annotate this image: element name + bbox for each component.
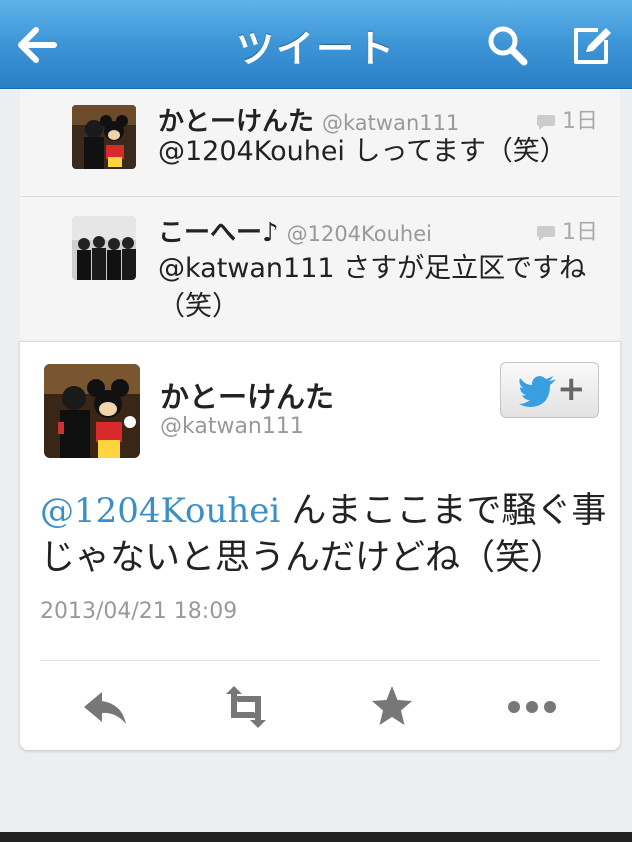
retweet-button[interactable] xyxy=(218,682,274,732)
avatar[interactable] xyxy=(72,105,136,169)
reply-item[interactable]: かとーけんた @katwan111 1日 @1204Kouhei しってます（笑） xyxy=(20,89,620,197)
reply-timestamp: 1日 xyxy=(536,103,598,135)
follow-plus-label: + xyxy=(557,369,586,409)
favorite-button[interactable] xyxy=(364,682,420,732)
star-icon xyxy=(372,686,412,725)
twitter-bird-icon xyxy=(519,376,556,407)
more-icon xyxy=(508,701,556,713)
avatar[interactable] xyxy=(72,216,136,280)
follow-button[interactable]: + xyxy=(500,362,599,418)
reply-text: @1204Kouhei しってます（笑） xyxy=(158,136,567,167)
avatar[interactable] xyxy=(44,364,140,458)
compose-button[interactable] xyxy=(568,22,614,68)
reply-item[interactable]: こーへー♪ @1204Kouhei 1日 @katwan111 さすが足立区ですね… xyxy=(20,198,620,341)
reply-icon xyxy=(84,692,126,724)
reply-time-label: 1日 xyxy=(562,220,598,245)
more-button[interactable] xyxy=(504,682,560,732)
retweet-icon xyxy=(226,686,266,728)
reply-button[interactable] xyxy=(76,682,132,732)
reply-bubble-icon xyxy=(537,226,555,241)
reply-author-handle: @katwan111 xyxy=(322,111,460,135)
search-icon xyxy=(488,26,528,66)
tweet-detail-card: かとーけんた @katwan111 + @1204Kouhei んまここまで騒ぐ… xyxy=(20,341,620,750)
reply-author: こーへー♪ @1204Kouhei xyxy=(158,212,432,249)
conversation-list: かとーけんた @katwan111 1日 @1204Kouhei しってます（笑）… xyxy=(20,89,620,341)
bottom-edge xyxy=(0,832,632,842)
reply-author-name: こーへー♪ xyxy=(158,218,279,248)
tweet-mention-link[interactable]: @1204Kouhei xyxy=(40,491,280,531)
reply-text: @katwan111 さすが足立区ですね（笑） xyxy=(158,253,587,322)
search-button[interactable] xyxy=(484,22,530,68)
tweet-author-name: かとーけんた xyxy=(160,380,335,414)
reply-time-label: 1日 xyxy=(562,109,598,134)
tweet-date: 2013/04/21 18:09 xyxy=(40,599,238,624)
tweet-text: @1204Kouhei んまここまで騒ぐ事じゃないと思うんだけどね（笑） xyxy=(40,488,610,582)
reply-timestamp: 1日 xyxy=(536,214,598,246)
divider xyxy=(40,660,600,661)
reply-bubble-icon xyxy=(537,115,555,130)
page-title: ツイート xyxy=(235,27,396,71)
nav-bar: ツイート xyxy=(0,0,632,89)
reply-author-handle: @1204Kouhei xyxy=(286,222,432,246)
compose-icon xyxy=(574,28,611,64)
tweet-author-handle: @katwan111 xyxy=(160,414,304,439)
